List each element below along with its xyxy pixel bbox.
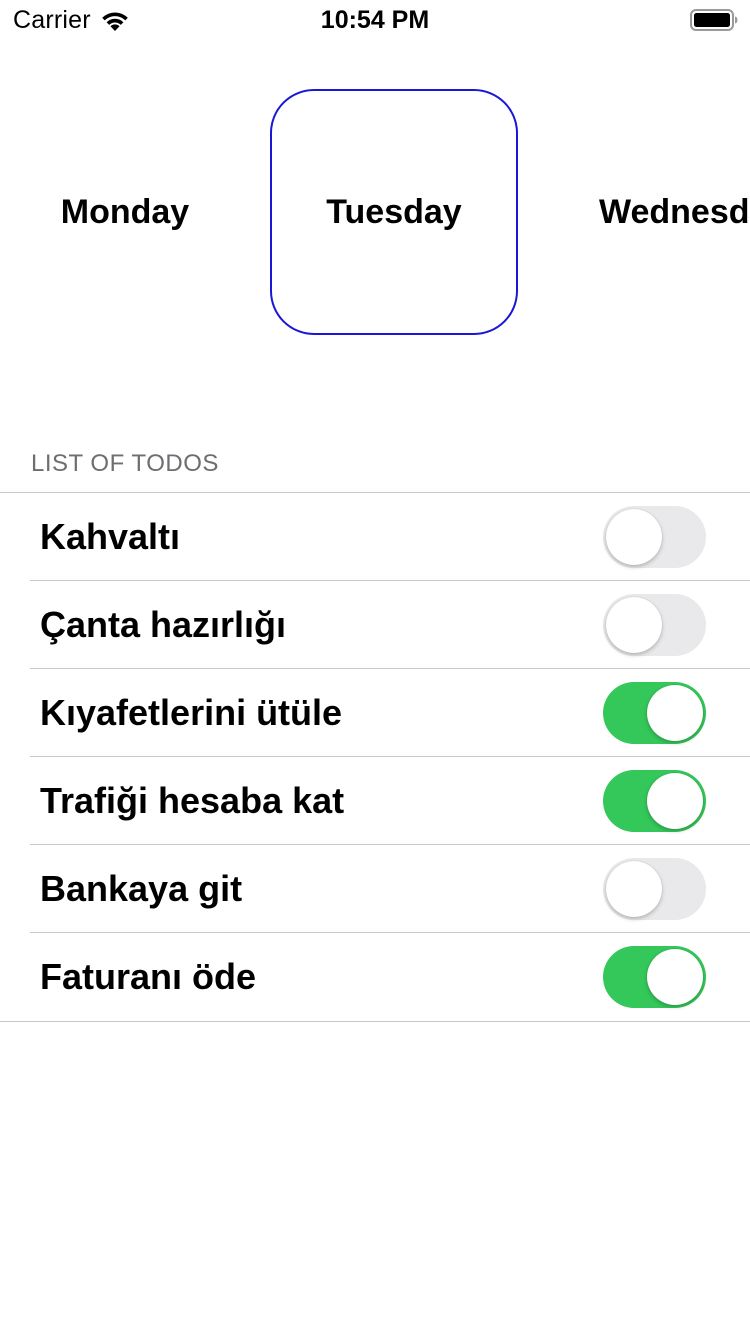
todo-toggle[interactable] — [603, 506, 706, 568]
todo-label: Faturanı öde — [40, 956, 257, 997]
day-tuesday[interactable]: Tuesday — [270, 89, 518, 335]
day-label: Wednesd — [599, 192, 750, 231]
todo-label: Çanta hazırlığı — [40, 604, 287, 645]
todo-toggle[interactable] — [603, 858, 706, 920]
status-time: 10:54 PM — [320, 6, 430, 34]
todo-list: Kahvaltı Çanta hazırlığı Kıyafetlerini ü… — [0, 492, 750, 1022]
todo-label: Trafiği hesaba kat — [40, 780, 345, 821]
day-label: Monday — [60, 192, 190, 231]
todo-label: Kıyafetlerini ütüle — [40, 692, 343, 733]
toggle-knob — [647, 685, 703, 741]
todo-row: Kıyafetlerini ütüle — [0, 669, 750, 757]
toggle-knob — [606, 509, 662, 565]
day-selector: Monday Tuesday Wednesd — [0, 89, 750, 337]
todo-toggle[interactable] — [603, 682, 706, 744]
day-label: Tuesday — [326, 192, 462, 231]
todo-label: Bankaya git — [40, 868, 243, 909]
toggle-knob — [606, 597, 662, 653]
todo-toggle[interactable] — [603, 770, 706, 832]
status-bar: Carrier 10:54 PM — [0, 0, 750, 40]
toggle-knob — [606, 861, 662, 917]
todo-toggle[interactable] — [603, 946, 706, 1008]
todo-row: Trafiği hesaba kat — [0, 757, 750, 845]
battery-icon — [690, 9, 738, 31]
todo-toggle[interactable] — [603, 594, 706, 656]
day-wednesday[interactable]: Wednesd — [599, 89, 750, 335]
todo-row: Çanta hazırlığı — [0, 581, 750, 669]
todo-row: Faturanı öde — [0, 933, 750, 1021]
toggle-knob — [647, 949, 703, 1005]
toggle-knob — [647, 773, 703, 829]
todo-label: Kahvaltı — [40, 516, 181, 557]
todo-row: Bankaya git — [0, 845, 750, 933]
todo-row: Kahvaltı — [0, 493, 750, 581]
section-header: LIST OF TODOS — [31, 450, 219, 477]
day-monday[interactable]: Monday — [1, 89, 249, 335]
